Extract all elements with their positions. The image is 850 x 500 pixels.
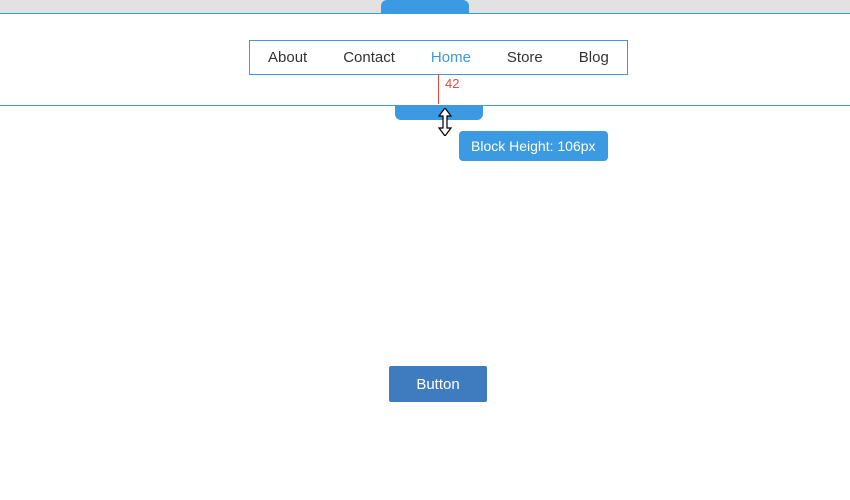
measurement-line <box>438 74 439 104</box>
nav-item-about[interactable]: About <box>250 41 325 74</box>
nav-item-store[interactable]: Store <box>489 41 561 74</box>
nav-item-home[interactable]: Home <box>413 41 489 74</box>
top-button-peek[interactable] <box>381 0 469 14</box>
bottom-button-peek[interactable] <box>395 106 483 120</box>
nav-menu: About Contact Home Store Blog <box>249 40 628 75</box>
nav-item-contact[interactable]: Contact <box>325 41 413 74</box>
header-block[interactable]: About Contact Home Store Blog 42 <box>0 14 850 106</box>
main-button[interactable]: Button <box>389 366 487 402</box>
measurement-value: 42 <box>445 76 459 91</box>
block-height-tooltip: Block Height: 106px <box>459 131 608 161</box>
top-toolbar <box>0 0 850 14</box>
nav-item-blog[interactable]: Blog <box>561 41 627 74</box>
